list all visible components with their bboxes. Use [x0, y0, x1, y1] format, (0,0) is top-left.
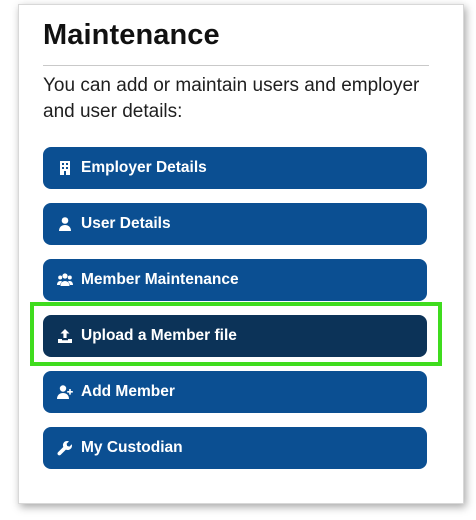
add-member-button[interactable]: Add Member: [43, 371, 427, 413]
maintenance-menu: Employer Details User Details Member Mai…: [43, 147, 427, 483]
panel-intro: You can add or maintain users and employ…: [43, 75, 420, 122]
user-details-label: User Details: [81, 215, 171, 232]
employer-details-button[interactable]: Employer Details: [43, 147, 427, 189]
users-icon: [57, 272, 73, 288]
maintenance-panel: Maintenance You can add or maintain user…: [18, 4, 464, 504]
user-details-button[interactable]: User Details: [43, 203, 427, 245]
upload-member-file-button[interactable]: Upload a Member file: [43, 315, 427, 357]
my-custodian-label: My Custodian: [81, 439, 183, 456]
panel-title: Maintenance: [43, 19, 220, 51]
employer-details-label: Employer Details: [81, 159, 207, 176]
user-plus-icon: [57, 384, 73, 400]
member-maintenance-button[interactable]: Member Maintenance: [43, 259, 427, 301]
wrench-icon: [57, 440, 73, 456]
user-icon: [57, 216, 73, 232]
upload-member-file-label: Upload a Member file: [81, 327, 237, 344]
my-custodian-button[interactable]: My Custodian: [43, 427, 427, 469]
add-member-label: Add Member: [81, 383, 175, 400]
member-maintenance-label: Member Maintenance: [81, 271, 239, 288]
building-icon: [57, 160, 73, 176]
upload-icon: [57, 328, 73, 344]
title-divider: [43, 65, 429, 66]
